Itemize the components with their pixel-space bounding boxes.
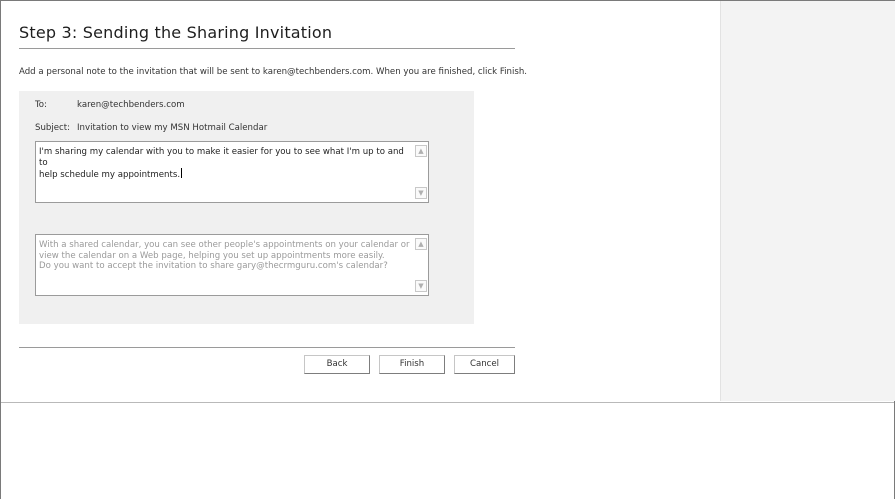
note-scrollbar[interactable]: ▲ ▼ [415,143,427,201]
title-divider [19,48,515,49]
back-button[interactable]: Back [304,355,370,374]
text-caret [181,168,183,178]
subject-label: Subject: [35,123,71,133]
subject-value: Invitation to view my MSN Hotmail Calend… [77,123,268,133]
info-scrollbar[interactable]: ▲ ▼ [415,236,427,294]
button-divider [19,347,515,348]
invitation-info-textarea[interactable]: With a shared calendar, you can see othe… [35,234,429,296]
note-line: help schedule my appointments. [39,170,181,180]
instructions-text: Add a personal note to the invitation th… [19,67,528,77]
chevron-up-icon[interactable]: ▲ [415,238,427,250]
info-line: Do you want to accept the invitation to … [39,261,388,271]
finish-button[interactable]: Finish [379,355,445,374]
personal-note-text: I'm sharing my calendar with you to make… [39,147,410,181]
to-value: karen@techbenders.com [77,100,185,110]
invitation-form: To: karen@techbenders.com Subject: Invit… [19,91,474,324]
personal-note-textarea[interactable]: I'm sharing my calendar with you to make… [35,141,429,203]
bottom-blank-area [1,402,894,499]
info-line: With a shared calendar, you can see othe… [39,240,410,250]
wizard-content: Step 3: Sending the Sharing Invitation A… [1,1,719,401]
to-label: To: [35,100,47,110]
chevron-up-icon[interactable]: ▲ [415,145,427,157]
page-title: Step 3: Sending the Sharing Invitation [19,23,333,42]
info-line: view the calendar on a Web page, helping… [39,250,385,261]
right-side-panel [720,1,895,401]
cancel-button[interactable]: Cancel [454,355,515,374]
chevron-down-icon[interactable]: ▼ [415,280,427,292]
note-line: I'm sharing my calendar with you to make… [39,147,404,168]
invitation-info-text: With a shared calendar, you can see othe… [39,240,410,272]
chevron-down-icon[interactable]: ▼ [415,187,427,199]
